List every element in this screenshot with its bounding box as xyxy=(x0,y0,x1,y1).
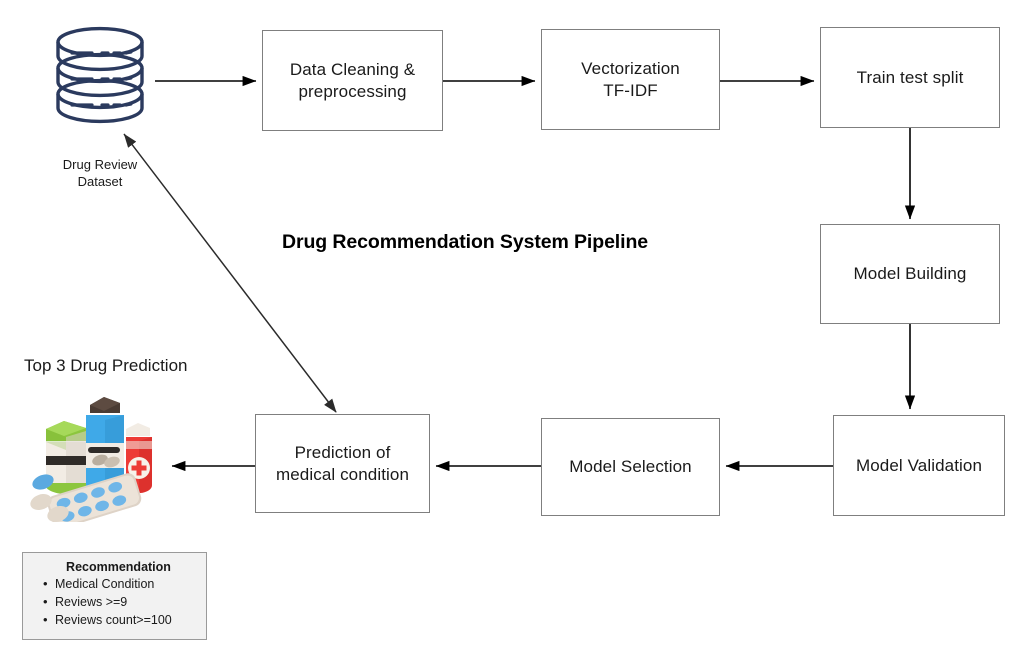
medicine-bottles-pills-icon xyxy=(30,397,152,522)
recommendation-card-title: Recommendation xyxy=(66,560,171,574)
node-prediction-line-2: medical condition xyxy=(275,464,410,484)
node-vectorization[interactable]: Vectorization TF-IDF xyxy=(541,29,720,130)
node-data-cleaning[interactable]: Data Cleaning & preprocessing xyxy=(262,30,443,131)
node-data-cleaning-line-2: preprocessing xyxy=(298,81,407,101)
recommendation-list: Medical Condition Reviews >=9 Reviews co… xyxy=(29,575,198,630)
node-vectorization-line-1: Vectorization xyxy=(581,58,680,78)
list-item: Medical Condition xyxy=(43,575,198,594)
list-item: Reviews >=9 xyxy=(43,593,198,612)
node-train-test-split[interactable]: Train test split xyxy=(820,27,1000,128)
node-vectorization-line-2: TF-IDF xyxy=(603,80,658,100)
top-3-drug-prediction-heading: Top 3 Drug Prediction xyxy=(24,356,188,375)
node-model-validation[interactable]: Model Validation xyxy=(833,415,1005,516)
dataset-caption: Drug Review Dataset xyxy=(32,140,168,191)
dataset-caption-line-1: Drug Review xyxy=(62,156,138,172)
recommendation-card: Recommendation Medical Condition Reviews… xyxy=(22,552,207,640)
node-data-cleaning-line-1: Data Cleaning & xyxy=(289,59,416,79)
node-train-test-split-label: Train test split xyxy=(856,67,964,87)
list-item: Reviews count>=100 xyxy=(43,611,198,630)
node-model-building[interactable]: Model Building xyxy=(820,224,1000,324)
node-prediction-of-medical-condition[interactable]: Prediction of medical condition xyxy=(255,414,430,513)
diagram-canvas: Drug Review Dataset Data Cleaning & prep… xyxy=(0,0,1024,653)
node-prediction-line-1: Prediction of xyxy=(294,442,391,462)
database-cylinder-icon xyxy=(56,26,144,124)
node-model-building-label: Model Building xyxy=(853,264,967,284)
page-title: Drug Recommendation System Pipeline xyxy=(282,231,649,253)
dataset-caption-line-2: Dataset xyxy=(77,173,123,189)
node-model-validation-label: Model Validation xyxy=(855,455,983,475)
node-model-selection[interactable]: Model Selection xyxy=(541,418,720,516)
node-model-selection-label: Model Selection xyxy=(569,457,692,477)
